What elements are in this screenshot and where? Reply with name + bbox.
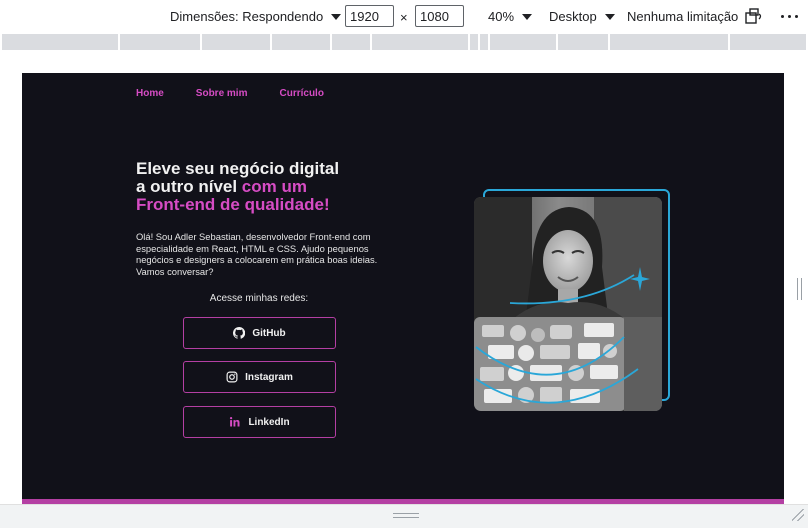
linkedin-button[interactable]: LinkedIn [183,406,336,438]
rotate-icon[interactable] [745,8,763,24]
github-label: GitHub [252,327,286,339]
instagram-label: Instagram [245,371,293,383]
hero-photo [474,189,670,411]
chevron-down-icon [331,13,342,20]
chevron-down-icon [522,13,533,20]
zoom-dropdown[interactable]: 40% [488,9,533,24]
nav-about[interactable]: Sobre mim [196,88,248,99]
github-button[interactable]: GitHub [183,317,336,349]
headline-line-3: Front-end de qualidade! [136,195,330,214]
resize-corner-icon[interactable] [792,509,804,521]
instagram-icon [226,371,238,383]
intro-text: Olá! Sou Adler Sebastian, desenvolvedor … [136,231,378,277]
headline-line-2a: a outro nível [136,177,238,196]
throttling-label: Nenhuma limitação [627,9,739,24]
headline-line-2b: com um [237,177,307,196]
dimensions-label: Dimensões: Respondendo [170,9,324,24]
width-input[interactable] [345,5,394,27]
device-type-label: Desktop [549,9,597,24]
grip-icon [393,513,419,518]
horizontal-resize-handle[interactable] [0,504,808,528]
linkedin-icon [230,416,240,427]
media-query-ruler[interactable] [2,34,806,50]
github-icon [233,327,246,339]
portrait-image [474,197,662,411]
chevron-down-icon [604,13,615,20]
throttling-dropdown[interactable]: Nenhuma limitação [627,9,738,24]
vertical-resize-handle[interactable] [791,52,808,502]
dimensions-dropdown[interactable]: Dimensões: Respondendo [170,9,342,24]
more-options-icon[interactable] [781,15,798,18]
site-nav: Home Sobre mim Currículo [136,88,324,99]
times-sign: × [400,10,408,25]
height-input[interactable] [415,5,464,27]
hero-headline: Eleve seu negócio digital a outro nível … [136,160,396,214]
device-type-dropdown[interactable]: Desktop [549,9,615,24]
zoom-label: 40% [488,9,515,24]
instagram-button[interactable]: Instagram [183,361,336,393]
device-toolbar: Dimensões: Respondendo × 40% Desktop Nen… [0,0,808,34]
social-title: Acesse minhas redes: [209,293,309,304]
linkedin-label: LinkedIn [248,416,290,428]
nav-resume[interactable]: Currículo [279,88,323,99]
grip-icon [797,278,802,300]
nav-home[interactable]: Home [136,88,164,99]
device-viewport: Home Sobre mim Currículo Eleve seu negóc… [22,73,784,505]
headline-line-1: Eleve seu negócio digital [136,159,340,178]
